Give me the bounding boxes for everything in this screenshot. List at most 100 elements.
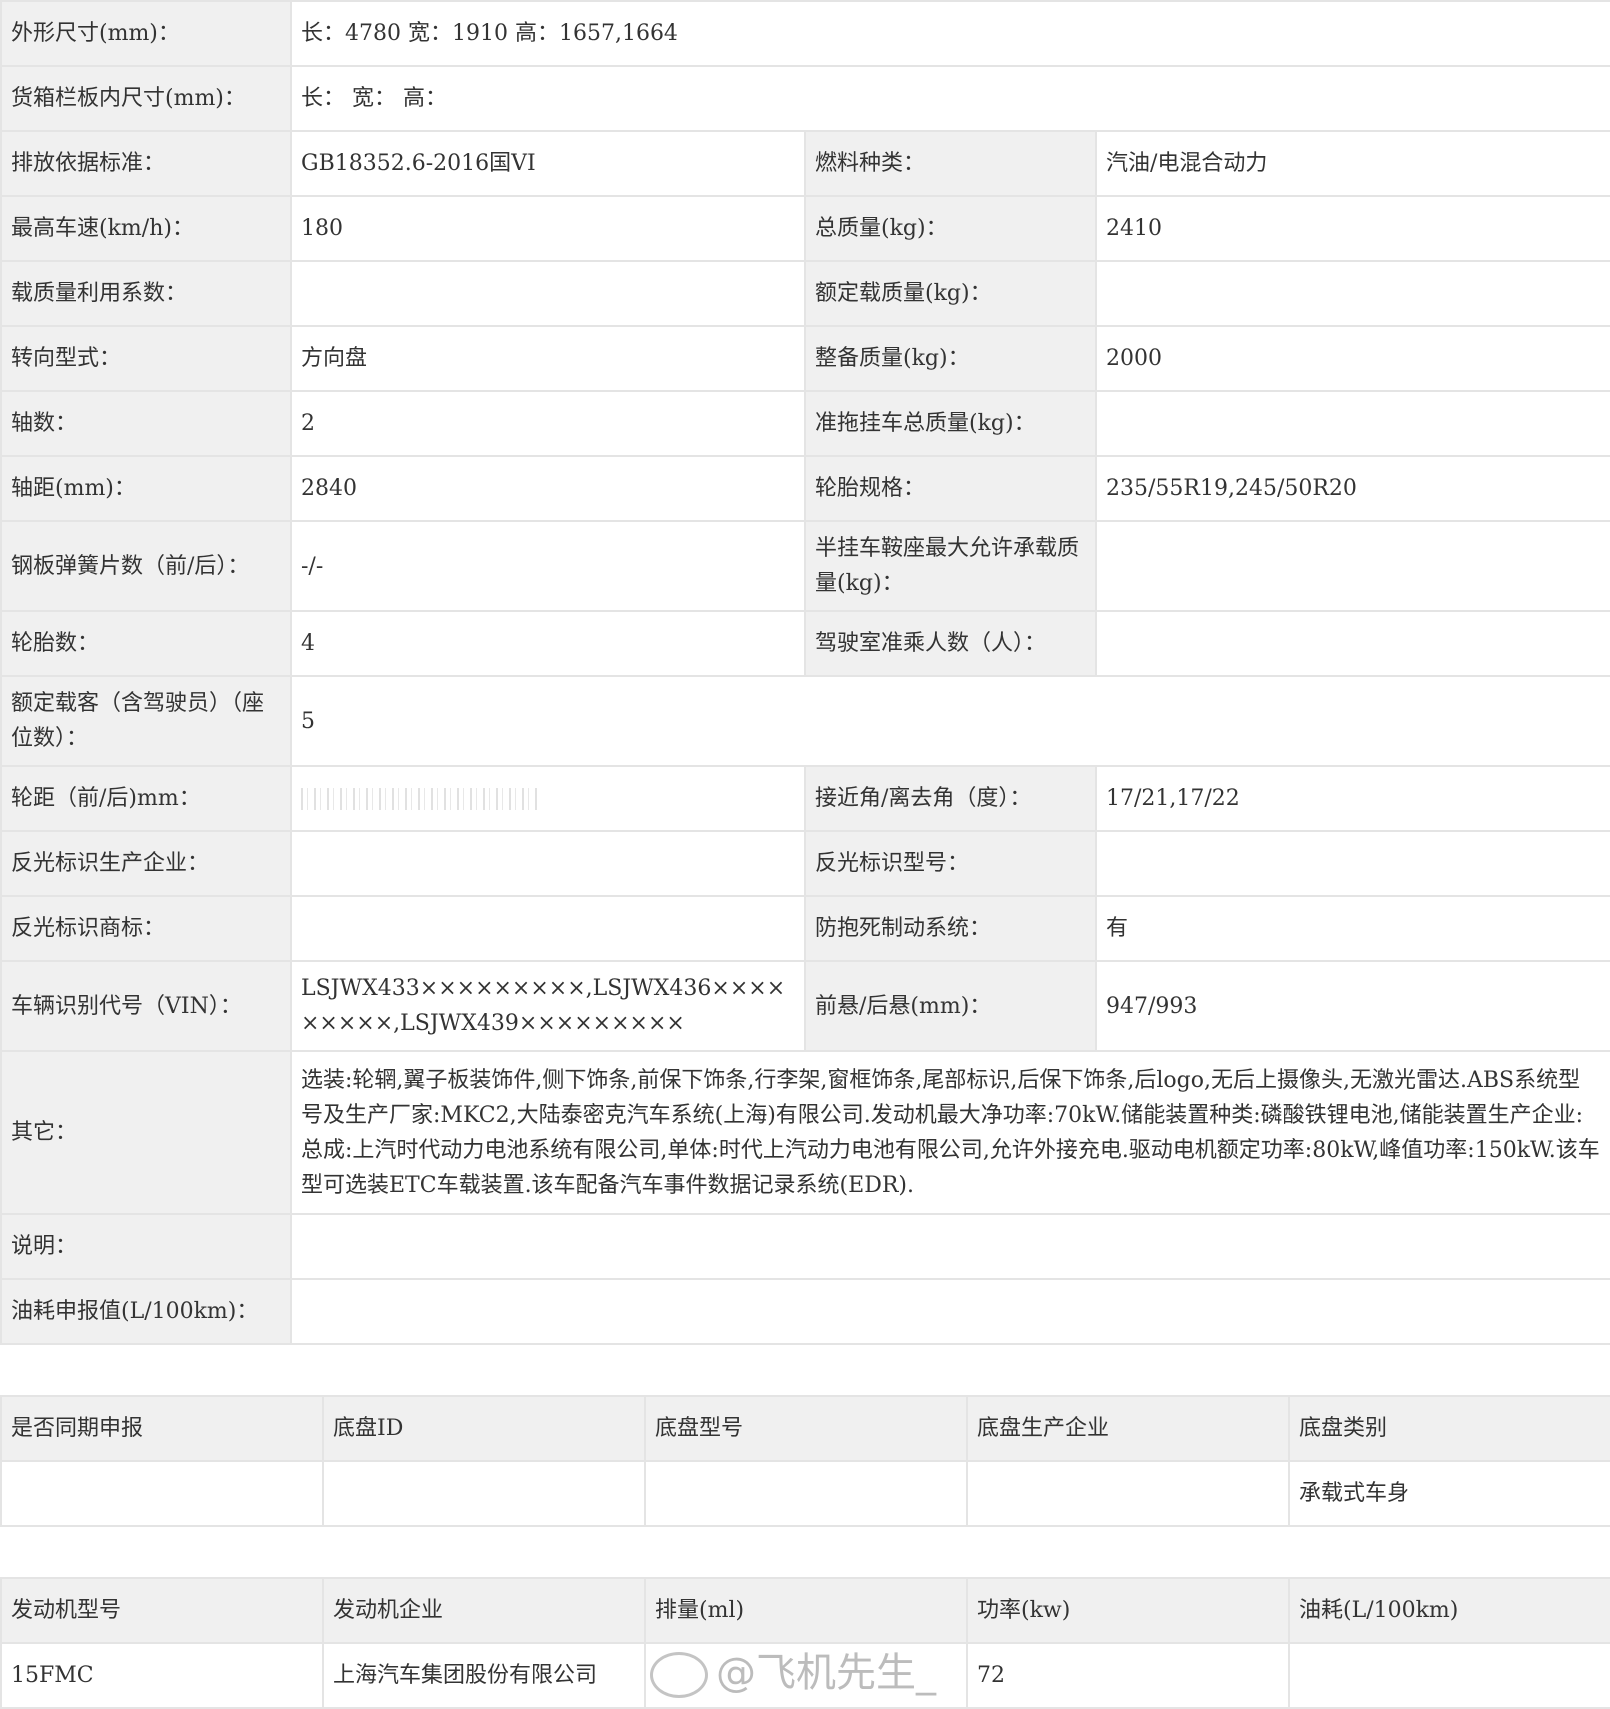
- engine-cell: [1288, 1642, 1610, 1709]
- engine-cell: 72: [966, 1642, 1290, 1709]
- value-saddle-load: [1095, 520, 1610, 612]
- chassis-header-cell: 底盘ID: [322, 1395, 646, 1462]
- value-overhang: 947/993: [1095, 960, 1610, 1052]
- chassis-cell: [966, 1460, 1290, 1527]
- label-overhang: 前悬/后悬(mm)：: [804, 960, 1097, 1052]
- label-cab-occupants: 驾驶室准乘人数（人）：: [804, 610, 1097, 677]
- engine-header-cell: 排量(ml): [644, 1577, 968, 1644]
- label-fuel-type: 燃料种类：: [804, 130, 1097, 197]
- label-emission-standard: 排放依据标准：: [0, 130, 292, 197]
- spec-row-7: 轴数： 2 准拖挂车总质量(kg)：: [0, 390, 1610, 457]
- value-rated-load: [1095, 260, 1610, 327]
- spec-row-12: 轮距（前/后)mm： 接近角/离去角（度）： 17/21,17/22: [0, 765, 1610, 832]
- label-max-speed: 最高车速(km/h)：: [0, 195, 292, 262]
- chassis-cell: [0, 1460, 324, 1527]
- label-rated-passengers: 额定载客（含驾驶员）（座位数）：: [0, 675, 292, 767]
- label-abs: 防抱死制动系统：: [804, 895, 1097, 962]
- spec-row-dimensions: 外形尺寸(mm)： 长：4780 宽：1910 高：1657,1664: [0, 0, 1610, 67]
- label-cargo-box: 货箱栏板内尺寸(mm)：: [0, 65, 292, 132]
- chassis-header-cell: 是否同期申报: [0, 1395, 324, 1462]
- spec-row-notes: 说明：: [0, 1213, 1610, 1280]
- spec-row-seats: 额定载客（含驾驶员）（座位数）： 5: [0, 675, 1610, 767]
- spec-row-5: 载质量利用系数： 额定载质量(kg)：: [0, 260, 1610, 327]
- value-cargo-box: 长： 宽： 高：: [290, 65, 1610, 132]
- value-tire-count: 4: [290, 610, 806, 677]
- label-axle-count: 轴数：: [0, 390, 292, 457]
- value-fuel-declared: [290, 1278, 1610, 1345]
- value-reflector-brand: [290, 895, 806, 962]
- engine-header-cell: 发动机企业: [322, 1577, 646, 1644]
- value-tire-spec: 235/55R19,245/50R20: [1095, 455, 1610, 522]
- value-reflector-maker: [290, 830, 806, 897]
- value-approach-departure: 17/21,17/22: [1095, 765, 1610, 832]
- label-total-mass: 总质量(kg)：: [804, 195, 1097, 262]
- label-load-coefficient: 载质量利用系数：: [0, 260, 292, 327]
- value-load-coefficient: [290, 260, 806, 327]
- spec-row-15: 车辆识别代号（VIN）： LSJWX433×××××××××,LSJWX436×…: [0, 960, 1610, 1052]
- chassis-table: 是否同期申报 底盘ID 底盘型号 底盘生产企业 底盘类别 承载式车身: [0, 1395, 1610, 1527]
- value-cab-occupants: [1095, 610, 1610, 677]
- label-wheelbase: 轴距(mm)：: [0, 455, 292, 522]
- label-tire-count: 轮胎数：: [0, 610, 292, 677]
- value-max-speed: 180: [290, 195, 806, 262]
- label-trailer-mass: 准拖挂车总质量(kg)：: [804, 390, 1097, 457]
- label-reflector-maker: 反光标识生产企业：: [0, 830, 292, 897]
- label-approach-departure: 接近角/离去角（度）：: [804, 765, 1097, 832]
- value-fuel-type: 汽油/电混合动力: [1095, 130, 1610, 197]
- weibo-logo-icon: [650, 1652, 708, 1698]
- label-curb-mass: 整备质量(kg)：: [804, 325, 1097, 392]
- chassis-header-cell: 底盘生产企业: [966, 1395, 1290, 1462]
- label-tire-spec: 轮胎规格：: [804, 455, 1097, 522]
- spec-row-4: 最高车速(km/h)： 180 总质量(kg)： 2410: [0, 195, 1610, 262]
- value-rated-passengers: 5: [290, 675, 1610, 767]
- spec-row-14: 反光标识商标： 防抱死制动系统： 有: [0, 895, 1610, 962]
- spec-row-13: 反光标识生产企业： 反光标识型号：: [0, 830, 1610, 897]
- label-other: 其它：: [0, 1050, 292, 1215]
- label-steering-type: 转向型式：: [0, 325, 292, 392]
- value-wheelbase: 2840: [290, 455, 806, 522]
- spec-row-6: 转向型式： 方向盘 整备质量(kg)： 2000: [0, 325, 1610, 392]
- value-total-mass: 2410: [1095, 195, 1610, 262]
- spec-row-8: 轴距(mm)： 2840 轮胎规格： 235/55R19,245/50R20: [0, 455, 1610, 522]
- label-track-width: 轮距（前/后)mm：: [0, 765, 292, 832]
- spec-row-fuel-declared: 油耗申报值(L/100km)：: [0, 1278, 1610, 1345]
- value-trailer-mass: [1095, 390, 1610, 457]
- chassis-cell: [644, 1460, 968, 1527]
- value-leaf-springs: -/-: [290, 520, 806, 612]
- label-fuel-declared: 油耗申报值(L/100km)：: [0, 1278, 292, 1345]
- engine-header-row: 发动机型号 发动机企业 排量(ml) 功率(kw) 油耗(L/100km): [0, 1577, 1610, 1644]
- value-dimensions: 长：4780 宽：1910 高：1657,1664: [290, 0, 1610, 67]
- value-track-width: [290, 765, 806, 832]
- label-saddle-load: 半挂车鞍座最大允许承载质量(kg)：: [804, 520, 1097, 612]
- chassis-header-row: 是否同期申报 底盘ID 底盘型号 底盘生产企业 底盘类别: [0, 1395, 1610, 1462]
- label-notes: 说明：: [0, 1213, 292, 1280]
- label-reflector-model: 反光标识型号：: [804, 830, 1097, 897]
- value-notes: [290, 1213, 1610, 1280]
- label-reflector-brand: 反光标识商标：: [0, 895, 292, 962]
- value-abs: 有: [1095, 895, 1610, 962]
- value-vin: LSJWX433×××××××××,LSJWX436×××××××××,LSJW…: [290, 960, 806, 1052]
- value-axle-count: 2: [290, 390, 806, 457]
- spec-row-10: 轮胎数： 4 驾驶室准乘人数（人）：: [0, 610, 1610, 677]
- engine-header-cell: 发动机型号: [0, 1577, 324, 1644]
- engine-cell: 上海汽车集团股份有限公司: [322, 1642, 646, 1709]
- chassis-data-row: 承载式车身: [0, 1460, 1610, 1527]
- spec-table: 外形尺寸(mm)： 长：4780 宽：1910 高：1657,1664 货箱栏板…: [0, 0, 1610, 1345]
- engine-header-cell: 油耗(L/100km): [1288, 1577, 1610, 1644]
- engine-cell: 15FMC: [0, 1642, 324, 1709]
- label-dimensions: 外形尺寸(mm)：: [0, 0, 292, 67]
- value-steering-type: 方向盘: [290, 325, 806, 392]
- label-vin: 车辆识别代号（VIN）：: [0, 960, 292, 1052]
- spec-row-cargo-box: 货箱栏板内尺寸(mm)： 长： 宽： 高：: [0, 65, 1610, 132]
- spec-row-3: 排放依据标准： GB18352.6-2016国VI 燃料种类： 汽油/电混合动力: [0, 130, 1610, 197]
- spec-row-other: 其它： 选装:轮辋,翼子板装饰件,侧下饰条,前保下饰条,行李架,窗框饰条,尾部标…: [0, 1050, 1610, 1215]
- value-other: 选装:轮辋,翼子板装饰件,侧下饰条,前保下饰条,行李架,窗框饰条,尾部标识,后保…: [290, 1050, 1610, 1215]
- watermark-text: @飞机先生_: [716, 1650, 936, 1696]
- label-leaf-springs: 钢板弹簧片数（前/后）：: [0, 520, 292, 612]
- chassis-header-cell: 底盘型号: [644, 1395, 968, 1462]
- label-rated-load: 额定载质量(kg)：: [804, 260, 1097, 327]
- chassis-header-cell: 底盘类别: [1288, 1395, 1610, 1462]
- spec-row-9: 钢板弹簧片数（前/后）： -/- 半挂车鞍座最大允许承载质量(kg)：: [0, 520, 1610, 612]
- watermark: @飞机先生_: [650, 1640, 936, 1698]
- engine-header-cell: 功率(kw): [966, 1577, 1290, 1644]
